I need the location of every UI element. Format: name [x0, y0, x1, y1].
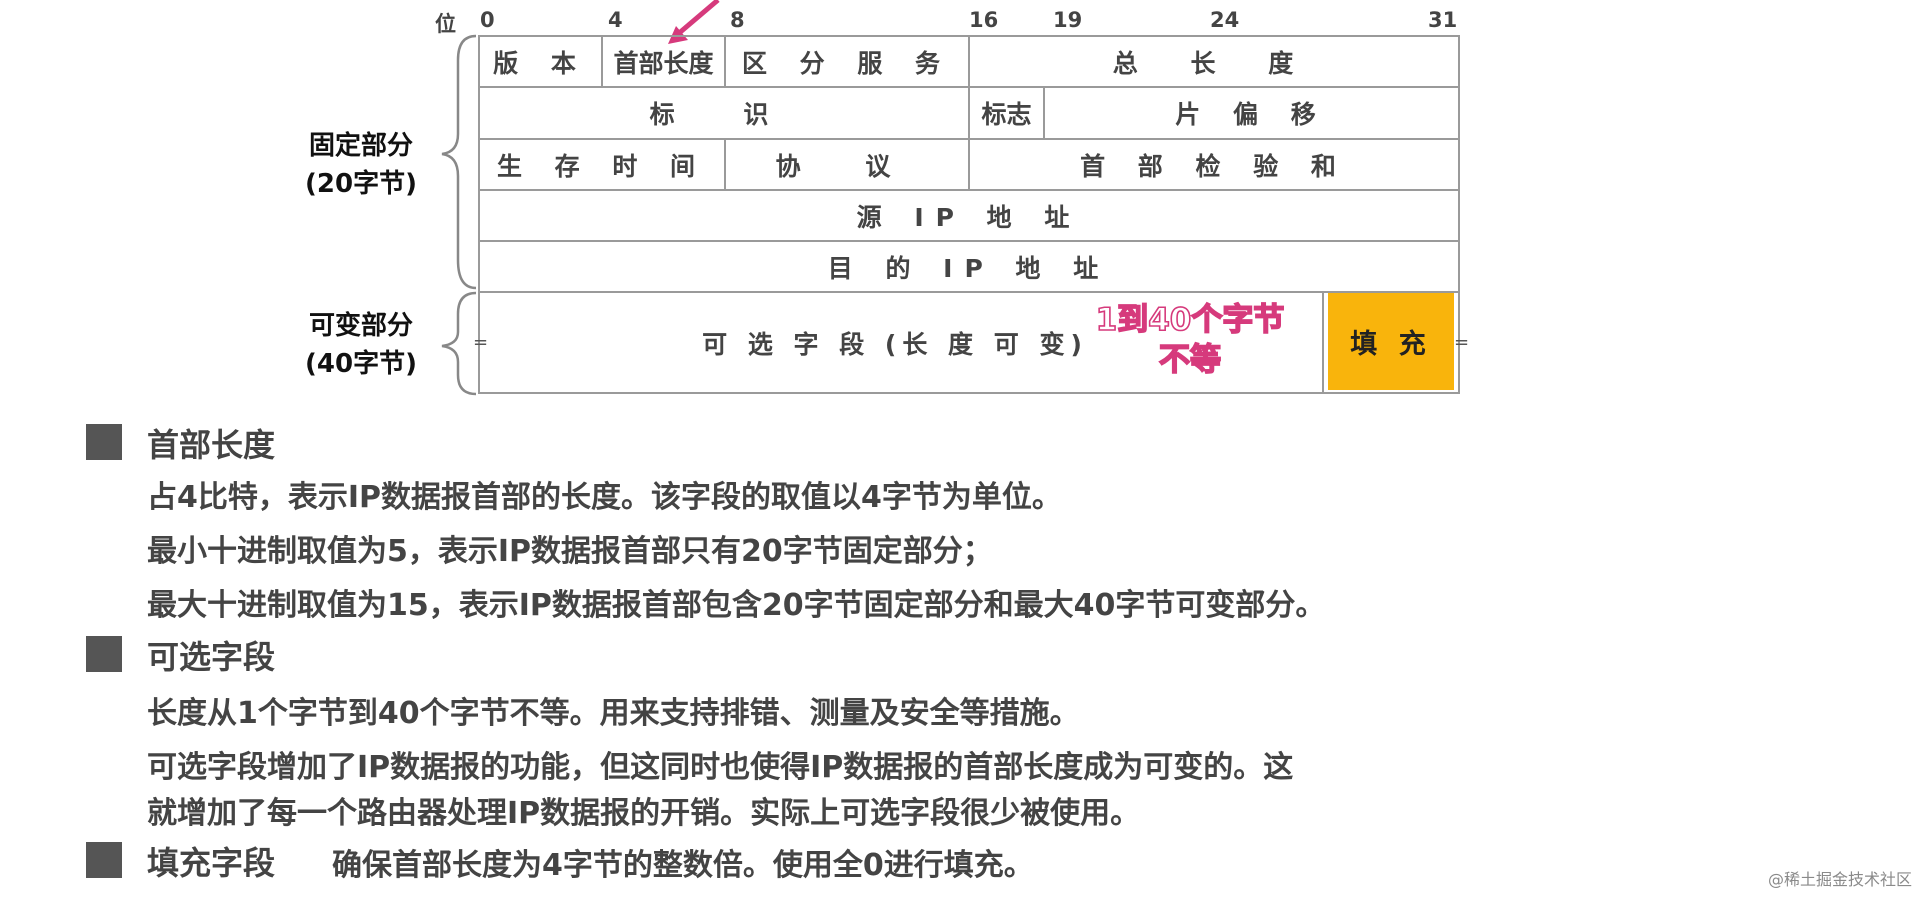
edge-mark-right: =: [1454, 332, 1470, 353]
variable-part-brace-icon: [441, 291, 477, 396]
annotation-line-1: 1到40个字节: [1095, 301, 1285, 339]
note-line: 长度从1个字节到40个字节不等。用来支持排错、测量及安全等措施。: [147, 696, 1080, 731]
bit-position-16: 16: [969, 8, 999, 32]
fixed-part-brace-icon: [441, 34, 477, 396]
bit-position-31: 31: [1428, 8, 1458, 32]
bit-position-0: 0: [480, 8, 495, 32]
field-total-length: 总 长 度: [1112, 48, 1316, 78]
note-line: 就增加了每一个路由器处理IP数据报的开销。实际上可选字段很少被使用。: [147, 796, 1141, 831]
field-header-length: 首部长度: [613, 48, 714, 78]
field-header-checksum: 首 部 检 验 和: [1080, 151, 1348, 181]
field-source-ip: 源 IP 地 址: [856, 202, 1082, 232]
annotation-line-2: 不等: [1158, 341, 1222, 379]
variable-part-size: (40字节): [305, 349, 417, 379]
field-version: 版 本: [493, 48, 588, 78]
grid-line: [478, 392, 1460, 394]
field-identification: 标 识: [649, 100, 799, 129]
bullet-square-icon: [86, 424, 122, 460]
bit-position-24: 24: [1210, 8, 1240, 32]
note-heading-header-length: 首部长度: [147, 426, 276, 464]
note-heading-options: 可选字段: [147, 638, 276, 676]
variable-part-label: 可变部分 (40字节): [302, 307, 420, 383]
note-heading-padding: 填充字段: [147, 844, 276, 882]
field-destination-ip: 目 的 IP 地 址: [827, 253, 1111, 283]
fixed-part-label: 固定部分 (20字节): [302, 127, 420, 203]
bullet-square-icon: [86, 842, 122, 878]
field-flags: 标志: [981, 100, 1032, 129]
fixed-part-title: 固定部分: [308, 131, 413, 161]
note-line: 最大十进制取值为15，表示IP数据报首部包含20字节固定部分和最大40字节可变部…: [147, 588, 1326, 623]
watermark: @稀土掘金技术社区: [1767, 870, 1912, 889]
field-differentiated-services: 区 分 服 务: [741, 48, 953, 78]
fixed-part-size: (20字节): [305, 169, 417, 199]
field-options: 可 选 字 段 (长 度 可 变): [702, 329, 1088, 359]
variable-part-title: 可变部分: [308, 311, 413, 341]
bullet-square-icon: [86, 636, 122, 672]
grid-line: [1322, 291, 1324, 394]
field-fragment-offset: 片 偏 移: [1175, 100, 1328, 129]
field-padding: 填 充: [1328, 293, 1454, 390]
field-time-to-live: 生 存 时 间: [496, 151, 708, 181]
options-size-annotation: 1到40个字节 不等: [1085, 300, 1295, 380]
note-line: 占4比特，表示IP数据报首部的长度。该字段的取值以4字节为单位。: [147, 480, 1062, 515]
note-line: 最小十进制取值为5，表示IP数据报首部只有20字节固定部分；: [147, 534, 993, 569]
field-protocol: 协 议: [775, 151, 919, 181]
bit-position-19: 19: [1053, 8, 1083, 32]
note-line: 确保首部长度为4字节的整数倍。使用全0进行填充。: [332, 848, 1034, 883]
bit-position-4: 4: [608, 8, 623, 32]
note-line: 可选字段增加了IP数据报的功能，但这同时也使得IP数据报的首部长度成为可变的。这: [147, 750, 1294, 785]
